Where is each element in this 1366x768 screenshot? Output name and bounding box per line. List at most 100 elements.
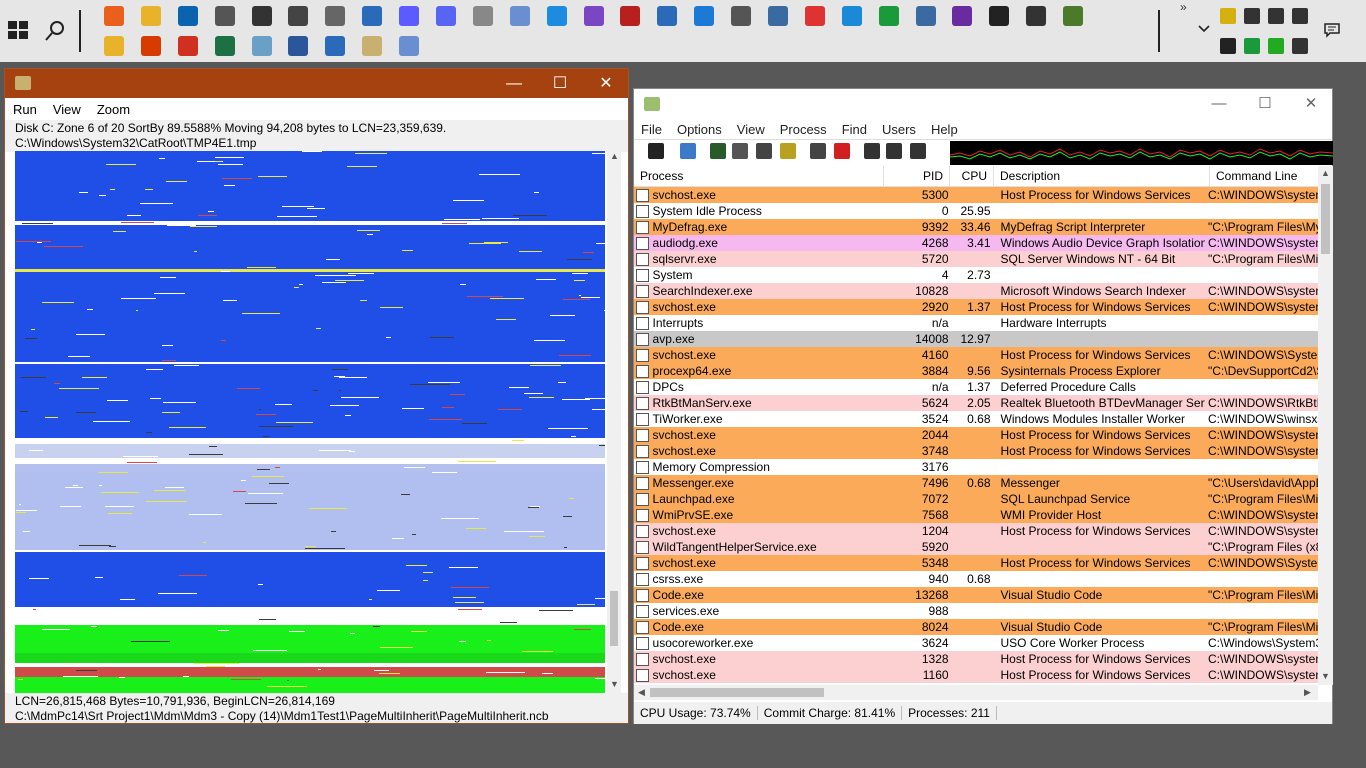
process-properties-icon[interactable] — [810, 143, 826, 159]
menu-view[interactable]: View — [53, 102, 81, 117]
menu-zoom[interactable]: Zoom — [97, 102, 130, 117]
menu-file[interactable]: File — [641, 122, 662, 137]
table-row[interactable]: svchost.exe 4160 Host Process for Windows … — [634, 347, 1318, 363]
menu-users[interactable]: Users — [882, 122, 916, 137]
column-header-description[interactable]: Description — [994, 166, 1210, 186]
title-bar[interactable]: — ☐ ✕ — [634, 89, 1332, 119]
scroll-thumb[interactable] — [610, 591, 618, 646]
pdf-icon[interactable] — [804, 6, 825, 26]
vertical-scrollbar[interactable]: ▲ ▼ — [1318, 166, 1333, 685]
mydefrag-icon[interactable] — [362, 6, 383, 26]
windows-start-icon[interactable] — [6, 18, 30, 42]
table-row[interactable]: Code.exe 8024 Visual Studio Code "C:\Progra… — [634, 619, 1318, 635]
cpu-graph[interactable] — [949, 141, 1334, 165]
firefox-icon[interactable] — [104, 6, 124, 26]
close-button[interactable]: ✕ — [583, 69, 629, 98]
table-row[interactable]: Messenger.exe 7496 0.68 Messenger "C:\Users\… — [634, 475, 1318, 491]
column-header-command-line[interactable]: Command Line — [1210, 166, 1318, 186]
maximize-button[interactable]: ☐ — [1242, 89, 1288, 119]
system-info-icon[interactable] — [710, 143, 726, 159]
tool-icon[interactable] — [214, 6, 235, 26]
network-icon[interactable] — [768, 6, 789, 26]
chrome-icon[interactable] — [104, 36, 124, 56]
overflow-chevron-icon[interactable]: » — [1180, 0, 1187, 14]
table-row[interactable]: SearchIndexer.exe 10828 Microsoft Windows … — [634, 283, 1318, 299]
refresh-icon[interactable] — [680, 143, 696, 159]
robot-icon[interactable] — [288, 6, 309, 26]
menu-find[interactable]: Find — [842, 122, 867, 137]
scroll-thumb[interactable] — [650, 688, 824, 697]
acrobat-icon[interactable] — [177, 36, 198, 56]
shield-icon[interactable] — [1244, 38, 1260, 54]
menu-options[interactable]: Options — [677, 122, 722, 137]
disk-map[interactable] — [15, 151, 605, 693]
table-row[interactable]: MyDefrag.exe 9392 33.46 MyDefrag Script Int… — [634, 219, 1318, 235]
document-icon[interactable] — [325, 36, 346, 56]
table-row[interactable]: System 4 2.73 — [634, 267, 1318, 283]
properties-icon[interactable] — [732, 143, 748, 159]
table-row[interactable]: svchost.exe 1328 Host Process for Windows … — [634, 651, 1318, 667]
table-row[interactable]: usocoreworker.exe 3624 USO Core Worker Pro… — [634, 635, 1318, 651]
battery-icon[interactable] — [1268, 38, 1284, 54]
network-icon[interactable] — [1292, 38, 1308, 54]
table-row[interactable]: DPCs n/a 1.37 Deferred Procedure Calls — [634, 379, 1318, 395]
horizontal-scrollbar[interactable]: ◀ ▶ — [634, 685, 1318, 700]
gimp-icon[interactable] — [325, 6, 346, 26]
close-button[interactable]: ✕ — [1288, 89, 1334, 119]
table-row[interactable]: System Idle Process 0 25.95 — [634, 203, 1318, 219]
cmd-icon[interactable] — [989, 6, 1010, 26]
terminal-purple-icon[interactable] — [952, 6, 973, 26]
table-row[interactable]: svchost.exe 3748 Host Process for Windows … — [634, 443, 1318, 459]
minimize-button[interactable]: — — [1196, 89, 1242, 119]
usb-icon[interactable] — [1268, 8, 1284, 24]
wrench-icon[interactable] — [509, 6, 530, 26]
table-row[interactable]: Interrupts n/a Hardware Interrupts — [634, 315, 1318, 331]
table-row[interactable]: services.exe 988 — [634, 603, 1318, 619]
table-row[interactable]: svchost.exe 1204 Host Process for Windows … — [634, 523, 1318, 539]
find-dll-icon[interactable] — [886, 143, 902, 159]
table-row[interactable]: svchost.exe 5348 Host Process for Windows … — [634, 555, 1318, 571]
menu-view[interactable]: View — [737, 122, 765, 137]
mydefrag-icon[interactable] — [362, 36, 383, 56]
microphone-icon[interactable] — [1220, 38, 1236, 54]
scroll-thumb[interactable] — [1321, 184, 1330, 254]
notification-icon[interactable] — [1324, 22, 1340, 41]
title-bar[interactable]: — ☐ ✕ — [5, 69, 628, 98]
save-icon[interactable] — [648, 143, 664, 159]
taskbar-app-icon[interactable] — [1220, 8, 1236, 24]
table-row[interactable]: avp.exe 14008 12.97 — [634, 331, 1318, 347]
palm-icon[interactable] — [1063, 6, 1084, 26]
cmd2-icon[interactable] — [1026, 6, 1047, 26]
table-row[interactable]: RtkBtManServ.exe 5624 2.05 Realtek Bluetoot… — [634, 395, 1318, 411]
office-icon[interactable] — [140, 36, 161, 56]
menu-help[interactable]: Help — [931, 122, 958, 137]
notepad-icon[interactable] — [251, 36, 272, 56]
outlook-icon[interactable] — [177, 6, 198, 26]
dll-view-icon[interactable] — [780, 143, 796, 159]
search-icon[interactable] — [42, 18, 68, 44]
wrench-icon[interactable] — [399, 36, 420, 56]
vertical-scrollbar[interactable]: ▲ ▼ — [607, 151, 621, 693]
table-row[interactable]: csrss.exe 940 0.68 — [634, 571, 1318, 587]
table-row[interactable]: audiodg.exe 4268 3.41 Windows Audio Device … — [634, 235, 1318, 251]
maximize-button[interactable]: ☐ — [537, 69, 583, 98]
powershell-icon[interactable] — [657, 6, 678, 26]
mortarboard-icon[interactable] — [251, 6, 272, 26]
table-row[interactable]: svchost.exe 1160 Host Process for Windows … — [634, 667, 1318, 683]
table-row[interactable]: Code.exe 13268 Visual Studio Code "C:\Progr… — [634, 587, 1318, 603]
table-row[interactable]: WmiPrvSE.exe 7568 WMI Provider Host C:\WIND… — [634, 507, 1318, 523]
vscode-icon[interactable] — [546, 6, 567, 26]
minimize-button[interactable]: — — [491, 69, 537, 98]
grid-view-icon[interactable] — [756, 143, 772, 159]
messenger-icon[interactable] — [399, 6, 420, 26]
excel-icon[interactable] — [214, 36, 235, 56]
word-icon[interactable] — [288, 36, 309, 56]
kill-process-icon[interactable] — [834, 143, 850, 159]
table-row[interactable]: svchost.exe 2920 1.37 Host Process for Wind… — [634, 299, 1318, 315]
find-icon[interactable] — [864, 143, 880, 159]
gear-icon[interactable] — [731, 6, 752, 26]
show-hidden-icons-chevron-icon[interactable] — [1198, 22, 1210, 36]
visual-studio-icon[interactable] — [583, 6, 604, 26]
app-icon[interactable] — [620, 6, 641, 26]
column-header-cpu[interactable]: CPU — [950, 166, 994, 186]
